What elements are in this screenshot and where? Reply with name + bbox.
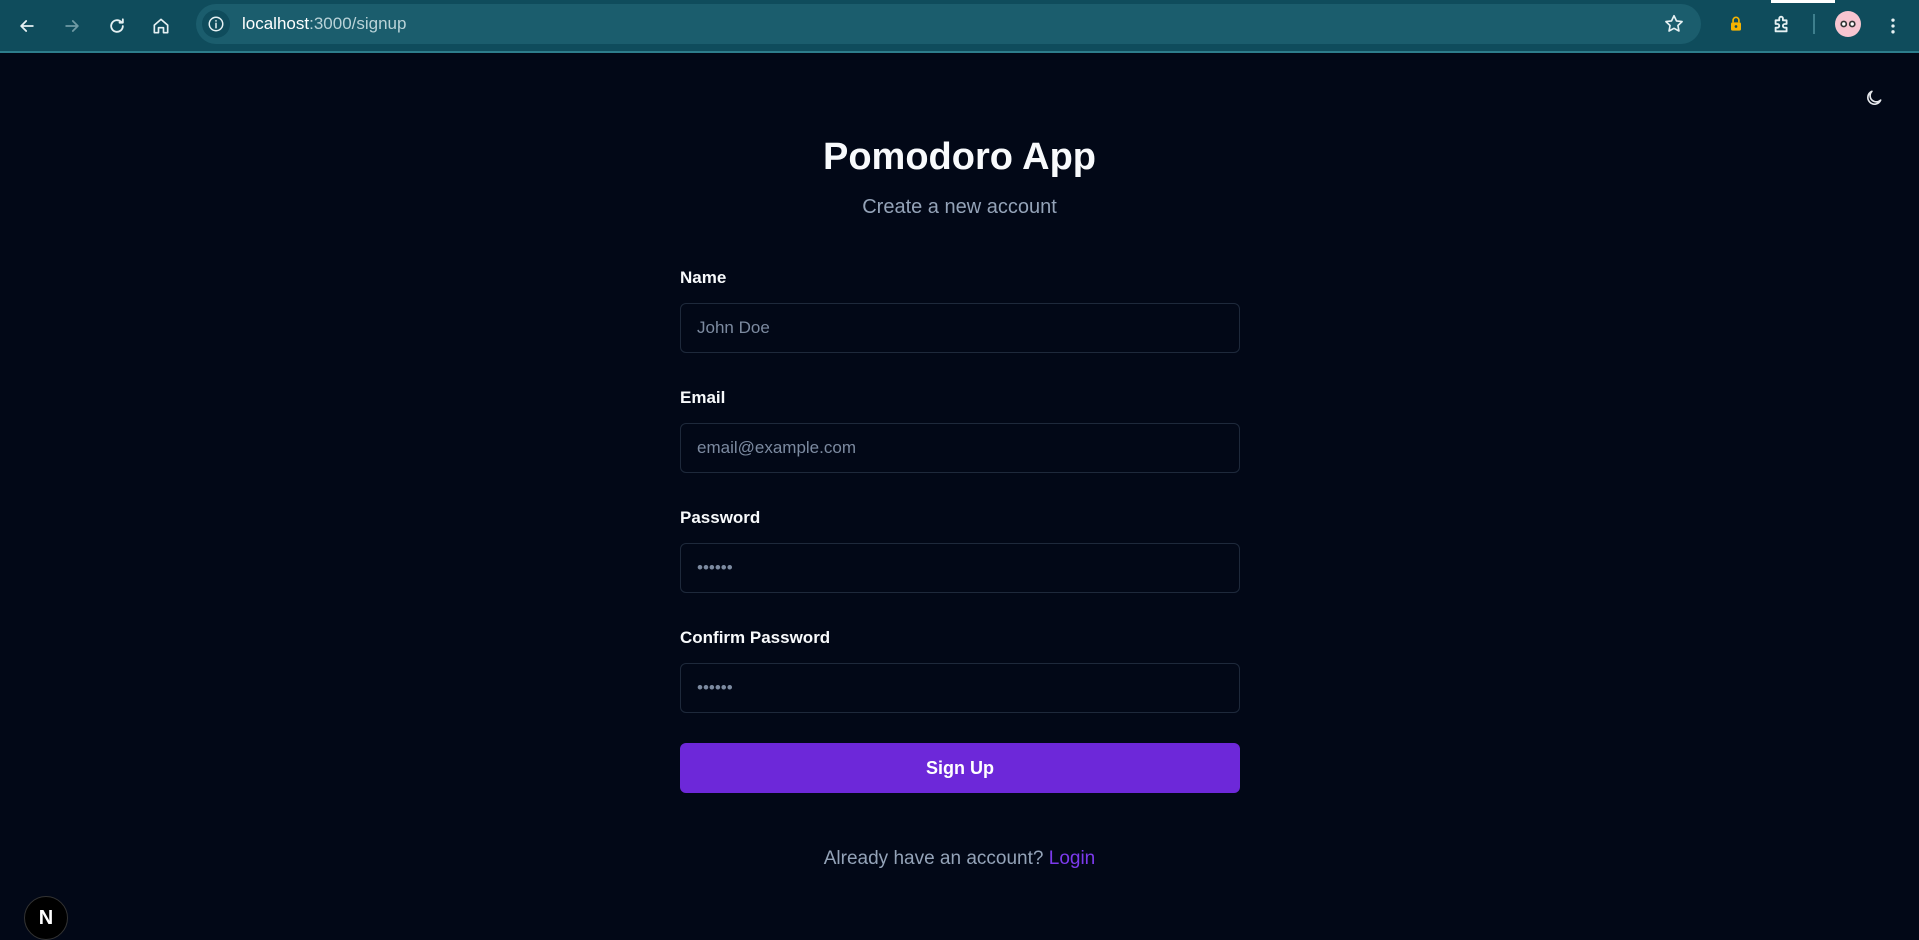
home-icon[interactable] bbox=[143, 8, 179, 44]
page-subtitle: Create a new account bbox=[862, 196, 1057, 218]
site-info-icon[interactable] bbox=[202, 10, 230, 38]
back-icon[interactable] bbox=[9, 8, 45, 44]
login-prompt-text: Already have an account? bbox=[823, 848, 1044, 869]
page-title: Pomodoro App bbox=[823, 136, 1096, 178]
email-label: Email bbox=[680, 388, 726, 407]
toolbar-divider bbox=[1813, 14, 1815, 34]
extensions-icon[interactable] bbox=[1767, 9, 1797, 39]
login-prompt: Already have an account? Login bbox=[0, 848, 1919, 870]
profile-avatar[interactable] bbox=[1835, 11, 1861, 37]
framework-dev-badge[interactable]: N bbox=[24, 896, 68, 940]
confirm-password-label: Confirm Password bbox=[680, 628, 831, 647]
browser-toolbar: localhost:3000/signup bbox=[0, 0, 1919, 53]
name-input[interactable] bbox=[680, 303, 1240, 353]
reload-icon[interactable] bbox=[99, 8, 135, 44]
email-input[interactable] bbox=[680, 423, 1240, 473]
confirm-password-input[interactable] bbox=[680, 663, 1240, 713]
password-label: Password bbox=[680, 508, 761, 527]
name-label: Name bbox=[680, 268, 727, 287]
url-host: localhost bbox=[242, 14, 310, 33]
address-bar[interactable]: localhost:3000/signup bbox=[196, 4, 1701, 44]
login-link[interactable]: Login bbox=[1049, 848, 1096, 869]
browser-menu-icon[interactable] bbox=[1875, 8, 1911, 44]
url-text: localhost:3000/signup bbox=[242, 14, 406, 34]
sign-up-button[interactable]: Sign Up bbox=[680, 743, 1240, 793]
url-path: :3000/signup bbox=[309, 14, 407, 33]
forward-icon[interactable] bbox=[54, 8, 90, 44]
theme-toggle-moon-icon[interactable] bbox=[1862, 86, 1886, 110]
tab-indicator bbox=[1771, 0, 1835, 3]
bookmark-star-icon[interactable] bbox=[1663, 13, 1685, 35]
password-manager-icon[interactable] bbox=[1721, 9, 1751, 39]
password-input[interactable] bbox=[680, 543, 1240, 593]
